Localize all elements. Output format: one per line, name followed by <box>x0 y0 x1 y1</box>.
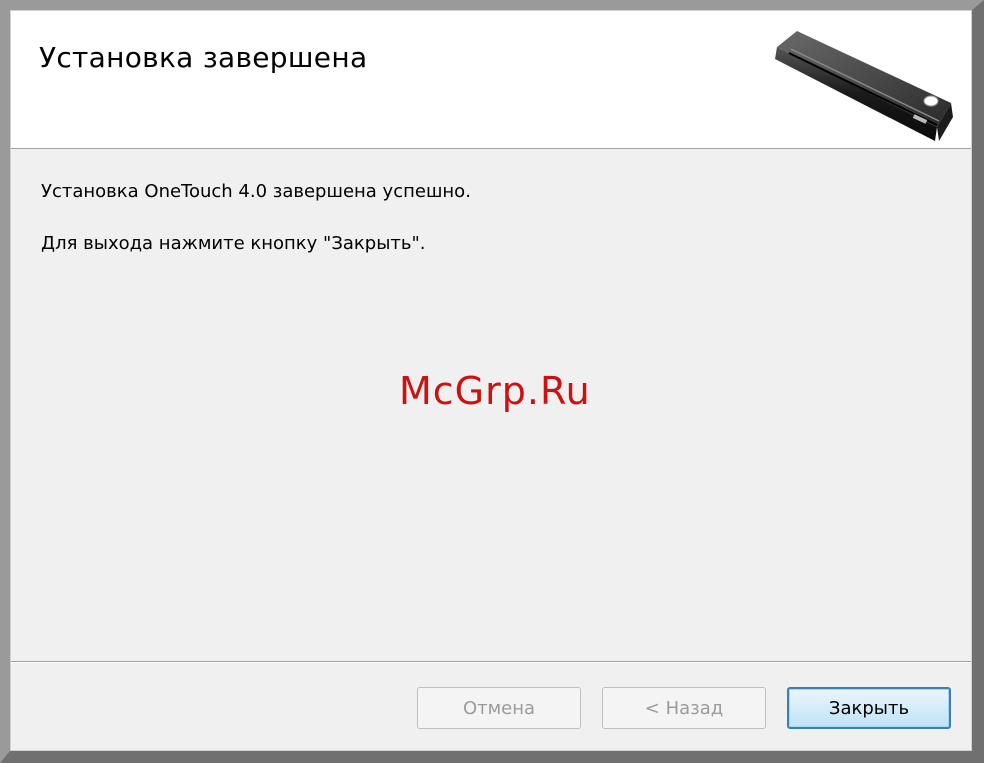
exit-instruction: Для выхода нажмите кнопку "Закрыть". <box>41 233 426 254</box>
dialog-header: Установка завершена <box>11 11 971 149</box>
success-message: Установка OneTouch 4.0 завершена успешно… <box>41 181 471 202</box>
page-title: Установка завершена <box>39 41 368 74</box>
back-button[interactable]: < Назад <box>602 687 766 729</box>
close-button[interactable]: Закрыть <box>787 687 951 729</box>
installer-dialog: Установка завершена Установка OneTouch 4… <box>0 0 984 763</box>
watermark-text: McGrp.Ru <box>399 369 591 413</box>
scanner-image <box>775 31 953 141</box>
footer-divider <box>11 661 971 663</box>
dialog-content: Установка завершена Установка OneTouch 4… <box>10 10 972 751</box>
cancel-button[interactable]: Отмена <box>417 687 581 729</box>
